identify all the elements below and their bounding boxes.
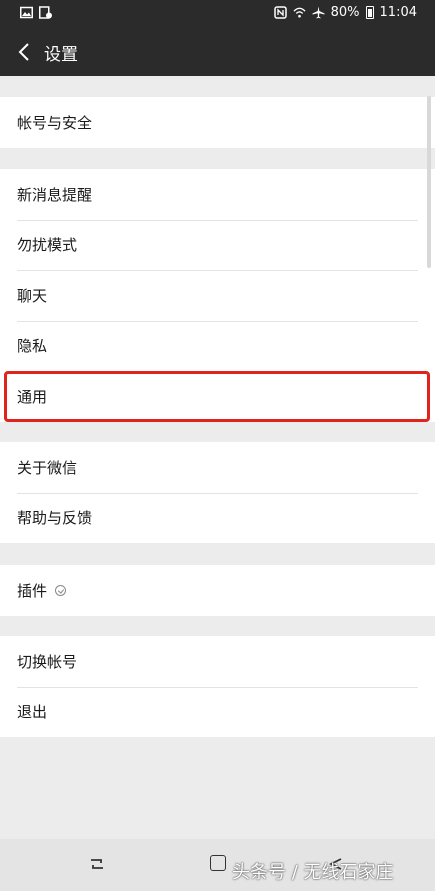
clock: 11:04 xyxy=(379,5,417,20)
chevron-left-icon xyxy=(18,43,29,61)
settings-item-do-not-disturb[interactable]: 勿扰模式 xyxy=(0,219,435,271)
settings-group-general: 新消息提醒 勿扰模式 聊天 隐私 通用 xyxy=(0,169,435,422)
nfc-icon xyxy=(273,6,287,19)
settings-item-account-security[interactable]: 帐号与安全 xyxy=(0,97,435,148)
recent-apps-icon[interactable] xyxy=(88,855,106,873)
settings-item-label: 勿扰模式 xyxy=(17,236,78,255)
settings-item-label: 关于微信 xyxy=(17,458,78,477)
settings-item-label: 帮助与反馈 xyxy=(17,509,93,528)
settings-item-label: 帐号与安全 xyxy=(17,113,93,132)
notification-icon xyxy=(39,6,52,19)
settings-item-switch-account[interactable]: 切换帐号 xyxy=(0,636,435,687)
back-button[interactable] xyxy=(10,36,38,68)
settings-item-new-message-alerts[interactable]: 新消息提醒 xyxy=(0,169,435,220)
airplane-icon xyxy=(312,6,325,19)
settings-item-label: 聊天 xyxy=(17,286,48,305)
home-icon[interactable] xyxy=(210,855,226,871)
settings-item-general[interactable]: 通用 xyxy=(0,371,435,422)
settings-item-help-feedback[interactable]: 帮助与反馈 xyxy=(0,492,435,544)
settings-group-about: 关于微信 帮助与反馈 xyxy=(0,442,435,543)
scrollbar[interactable] xyxy=(427,96,431,268)
settings-item-about-wechat[interactable]: 关于微信 xyxy=(0,442,435,493)
settings-item-plugins[interactable]: 插件 xyxy=(0,565,435,616)
settings-item-chat[interactable]: 聊天 xyxy=(0,270,435,321)
settings-group-session: 切换帐号 退出 xyxy=(0,636,435,737)
gallery-icon xyxy=(20,6,33,19)
title-bar: 设置 xyxy=(0,28,435,76)
settings-item-label: 退出 xyxy=(17,703,48,722)
battery-percent: 80% xyxy=(330,5,360,20)
settings-item-label: 切换帐号 xyxy=(17,652,78,671)
wifi-icon xyxy=(293,7,306,18)
settings-item-label: 新消息提醒 xyxy=(17,185,93,204)
settings-group-plugins: 插件 xyxy=(0,565,435,616)
status-bar: 80% 11:04 xyxy=(0,0,435,28)
settings-group-account: 帐号与安全 xyxy=(0,97,435,148)
plugin-badge-icon xyxy=(55,584,67,596)
settings-item-logout[interactable]: 退出 xyxy=(0,686,435,738)
settings-item-label: 隐私 xyxy=(17,337,48,356)
settings-item-privacy[interactable]: 隐私 xyxy=(0,320,435,372)
battery-icon xyxy=(365,6,374,19)
watermark: 头条号 / 无线石家庄 xyxy=(232,862,394,883)
settings-item-label: 通用 xyxy=(17,387,48,406)
page-title: 设置 xyxy=(44,45,78,65)
settings-item-label: 插件 xyxy=(17,581,48,600)
